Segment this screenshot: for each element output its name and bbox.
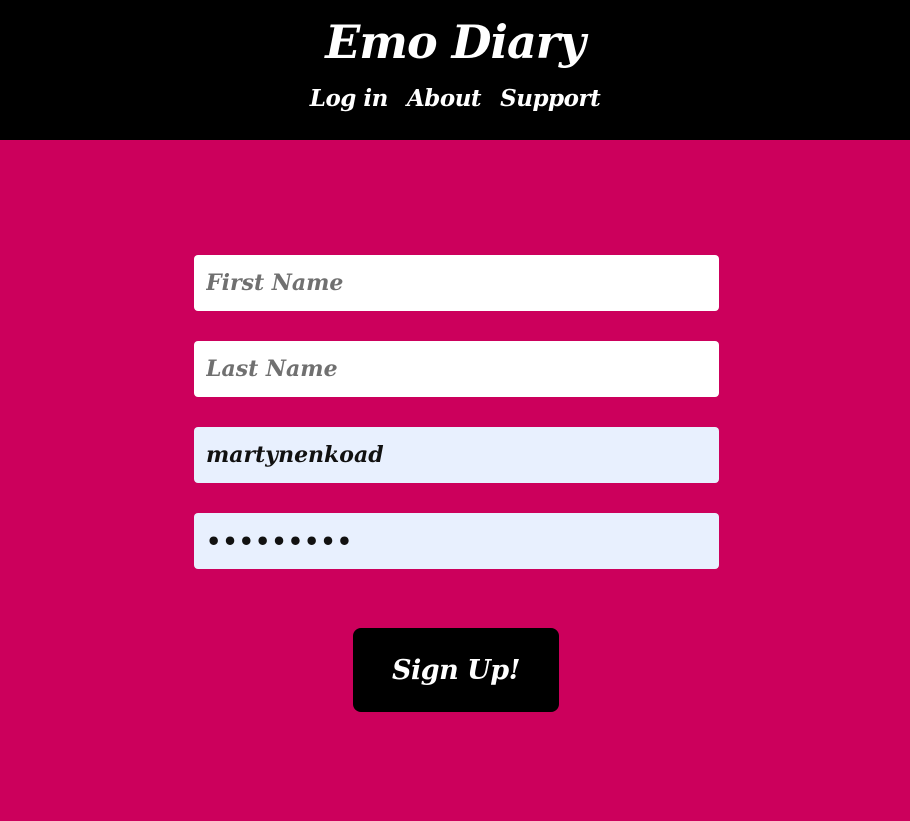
main-nav: Log in About Support [0,82,910,116]
first-name-input[interactable] [194,255,719,311]
last-name-input[interactable] [194,341,719,397]
nav-link-login[interactable]: Log in [310,82,389,116]
nav-link-about[interactable]: About [407,82,482,116]
nav-link-support[interactable]: Support [500,82,601,116]
signup-button[interactable]: Sign Up! [353,628,559,712]
username-input[interactable] [194,427,719,483]
site-title: Emo Diary [325,15,586,69]
site-header: Emo Diary Log in About Support [0,0,910,140]
password-input[interactable] [194,513,719,569]
